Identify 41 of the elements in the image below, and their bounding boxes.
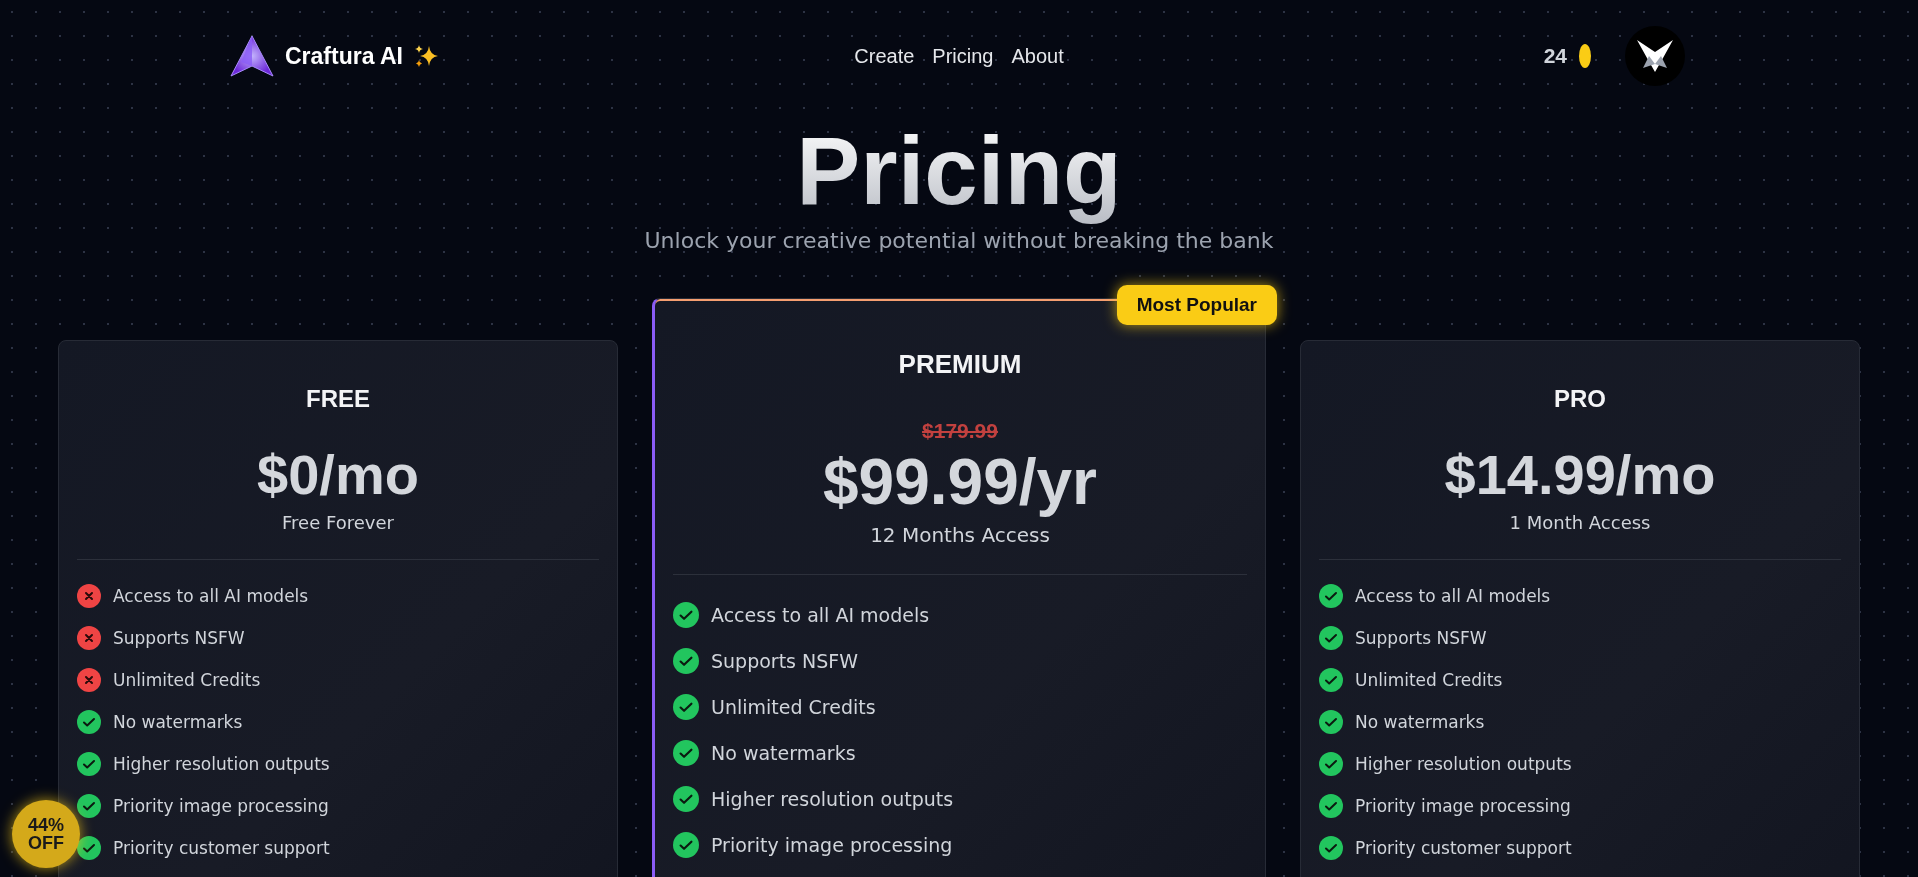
feature-text: Supports NSFW	[711, 650, 859, 673]
feature-text: Access to all AI models	[711, 604, 930, 627]
plan-name: PRO	[1554, 385, 1606, 413]
feature-text: No watermarks	[711, 742, 856, 765]
logo-icon	[229, 34, 275, 78]
feature-text: Higher resolution outputs	[711, 788, 954, 811]
brand-name[interactable]: Craftura AI	[285, 42, 403, 70]
feature-text: Access to all AI models	[113, 585, 309, 606]
feature-text: Priority customer support	[113, 837, 330, 858]
nav-link[interactable]: Create	[854, 44, 915, 68]
feature-text: Unlimited Credits	[1355, 669, 1503, 690]
feature-text: Supports NSFW	[1355, 627, 1487, 648]
plan-price: $14.99/mo	[1444, 444, 1716, 506]
plan-period: 12 Months Access	[870, 523, 1050, 548]
feature-text: No watermarks	[1355, 711, 1485, 732]
feature-text: Unlimited Credits	[711, 696, 876, 719]
feature-text: Priority image processing	[1355, 795, 1571, 816]
feature-text: Access to all AI models	[1355, 585, 1551, 606]
discount-badge[interactable]: 44% OFF	[12, 800, 80, 868]
plan-price: $99.99/yr	[823, 447, 1097, 518]
nav-link[interactable]: Pricing	[932, 44, 994, 68]
credit-count: 24	[1543, 44, 1567, 68]
nav-link[interactable]: About	[1011, 44, 1064, 68]
feature-text: Supports NSFW	[113, 627, 245, 648]
feature-text: Priority image processing	[711, 834, 953, 857]
plan-period: 1 Month Access	[1509, 511, 1651, 533]
feature-text: Higher resolution outputs	[1355, 753, 1572, 774]
plan-price: $0/mo	[257, 444, 419, 506]
old-price: $179.99	[922, 419, 998, 443]
coin-icon	[1579, 44, 1591, 68]
feature-text: Unlimited Credits	[113, 669, 261, 690]
page-subtitle: Unlock your creative potential without breaking the bank	[644, 228, 1274, 253]
plan-name: FREE	[306, 385, 370, 413]
feature-text: Priority image processing	[113, 795, 329, 816]
feature-text: No watermarks	[113, 711, 243, 732]
popular-badge: Most Popular	[1116, 285, 1277, 325]
plan-name: PREMIUM	[898, 349, 1022, 380]
avatar-emblem-icon	[1635, 38, 1675, 74]
plan-period: Free Forever	[282, 511, 394, 533]
feature-text: Priority customer support	[1355, 837, 1572, 858]
feature-text: Higher resolution outputs	[113, 753, 330, 774]
